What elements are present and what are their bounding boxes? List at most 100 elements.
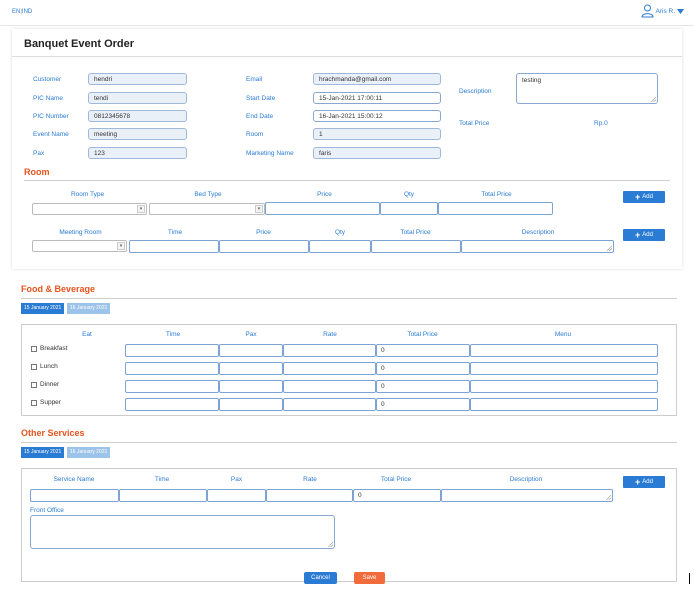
user-menu[interactable]: Aris R.: [640, 4, 684, 18]
room-total-input[interactable]: [438, 202, 553, 215]
lunch-pax-input[interactable]: [219, 362, 283, 375]
add-room-button[interactable]: + Add: [623, 191, 665, 203]
language-switcher[interactable]: EN|IND: [12, 9, 32, 15]
fnb-divider: [21, 298, 677, 299]
meeting-time-header: Time: [167, 229, 183, 236]
supper-checkbox[interactable]: Supper: [31, 399, 61, 406]
meeting-qty-input[interactable]: [309, 240, 371, 253]
lunch-rate-input[interactable]: [283, 362, 376, 375]
breakfast-total-input[interactable]: 0: [376, 344, 470, 357]
service-time-input[interactable]: [119, 489, 207, 502]
fnb-section-title: Food & Beverage: [21, 284, 96, 294]
meeting-price-header: Price: [256, 229, 271, 236]
plus-icon: +: [635, 191, 641, 202]
other-date-tab-1[interactable]: 15 January 2021: [21, 447, 65, 458]
supper-time-input[interactable]: [125, 398, 219, 411]
price-header: Price: [317, 191, 332, 198]
title-divider: [12, 56, 682, 57]
marketing-name-field[interactable]: faris: [313, 147, 441, 159]
dinner-time-input[interactable]: [125, 380, 219, 393]
pic-name-label: PIC Name: [33, 95, 63, 102]
room-price-input[interactable]: [265, 202, 380, 215]
service-time-header: Time: [154, 476, 170, 483]
event-name-label: Event Name: [33, 131, 69, 138]
dinner-menu-input[interactable]: [470, 380, 658, 393]
resize-grip-icon[interactable]: [651, 97, 656, 102]
service-description-input[interactable]: [441, 489, 613, 502]
menu-header: Menu: [554, 331, 572, 338]
breakfast-label: Breakfast: [40, 345, 68, 352]
breakfast-pax-input[interactable]: [219, 344, 283, 357]
checkbox-icon: [31, 345, 37, 352]
checkbox-icon: [31, 363, 37, 370]
eat-header: Eat: [82, 331, 92, 338]
fnb-date-tab-1[interactable]: 15 January 2021: [21, 303, 65, 314]
customer-field[interactable]: hendri: [88, 73, 187, 85]
add-service-button[interactable]: + Add: [623, 476, 665, 488]
service-total-header: Total Price: [380, 476, 412, 483]
plus-icon: +: [635, 476, 641, 487]
service-total-input[interactable]: 0: [353, 489, 441, 502]
top-bar: EN|IND Aris R.: [0, 0, 694, 26]
dinner-checkbox[interactable]: Dinner: [31, 381, 59, 388]
meeting-time-input[interactable]: [129, 240, 219, 253]
room-label: Room: [246, 131, 264, 138]
add-meeting-button[interactable]: + Add: [623, 229, 665, 241]
cancel-button[interactable]: Cancel: [304, 572, 337, 584]
dinner-pax-input[interactable]: [219, 380, 283, 393]
supper-pax-input[interactable]: [219, 398, 283, 411]
supper-rate-input[interactable]: [283, 398, 376, 411]
breakfast-time-input[interactable]: [125, 344, 219, 357]
meeting-total-input[interactable]: [371, 240, 461, 253]
lunch-total-input[interactable]: 0: [376, 362, 470, 375]
lunch-checkbox[interactable]: Lunch: [31, 363, 58, 370]
email-label: Email: [246, 76, 263, 83]
total-price-value: Rp.0: [594, 120, 608, 127]
breakfast-menu-input[interactable]: [470, 344, 658, 357]
pax-label: Pax: [33, 150, 45, 157]
meeting-price-input[interactable]: [219, 240, 309, 253]
resize-grip-icon[interactable]: [606, 495, 611, 500]
room-type-select[interactable]: ▾: [32, 203, 147, 215]
description-textarea[interactable]: testing: [516, 73, 658, 104]
lunch-time-input[interactable]: [125, 362, 219, 375]
pic-name-field[interactable]: tendi: [88, 92, 187, 104]
add-service-label: Add: [642, 479, 653, 485]
bed-type-select[interactable]: ▾: [149, 203, 265, 215]
page-title: Banquet Event Order: [24, 38, 135, 50]
room-qty-input[interactable]: [380, 202, 438, 215]
supper-total-input[interactable]: 0: [376, 398, 470, 411]
dinner-total-input[interactable]: 0: [376, 380, 470, 393]
pic-number-field[interactable]: 0812345678: [88, 110, 187, 122]
pax-field[interactable]: 123: [88, 147, 187, 159]
supper-label: Supper: [40, 399, 61, 406]
end-date-field[interactable]: 16-Jan-2021 15:00:12: [313, 110, 441, 122]
supper-menu-input[interactable]: [470, 398, 658, 411]
meeting-room-select[interactable]: ▾: [32, 240, 127, 252]
other-date-tab-2[interactable]: 16 January 2021: [67, 447, 111, 458]
breakfast-checkbox[interactable]: Breakfast: [31, 345, 67, 352]
room-field[interactable]: 1: [313, 128, 441, 140]
add-room-label: Add: [642, 194, 653, 200]
event-order-card: Banquet Event Order Customer hendri PIC …: [12, 29, 682, 269]
resize-grip-icon[interactable]: [607, 246, 612, 251]
other-services-divider: [21, 442, 677, 443]
service-name-input[interactable]: [30, 489, 119, 502]
start-date-field[interactable]: 15-Jan-2021 17:00:11: [313, 92, 441, 104]
meeting-description-input[interactable]: [461, 240, 614, 253]
event-name-field[interactable]: meeting: [88, 128, 187, 140]
caret-down-icon: [677, 8, 684, 14]
dinner-rate-input[interactable]: [283, 380, 376, 393]
fnb-date-tab-2[interactable]: 16 January 2021: [67, 303, 111, 314]
resize-grip-icon[interactable]: [328, 542, 333, 547]
lunch-menu-input[interactable]: [470, 362, 658, 375]
breakfast-rate-input[interactable]: [283, 344, 376, 357]
service-rate-input[interactable]: [266, 489, 353, 502]
lang-ind[interactable]: IND: [22, 9, 32, 15]
service-pax-input[interactable]: [207, 489, 266, 502]
save-button[interactable]: Save: [354, 572, 385, 584]
room-type-header: Room Type: [70, 191, 105, 198]
front-office-textarea[interactable]: [30, 515, 335, 549]
service-pax-header: Pax: [230, 476, 243, 483]
email-field[interactable]: hrachmanda@gmail.com: [313, 73, 441, 85]
